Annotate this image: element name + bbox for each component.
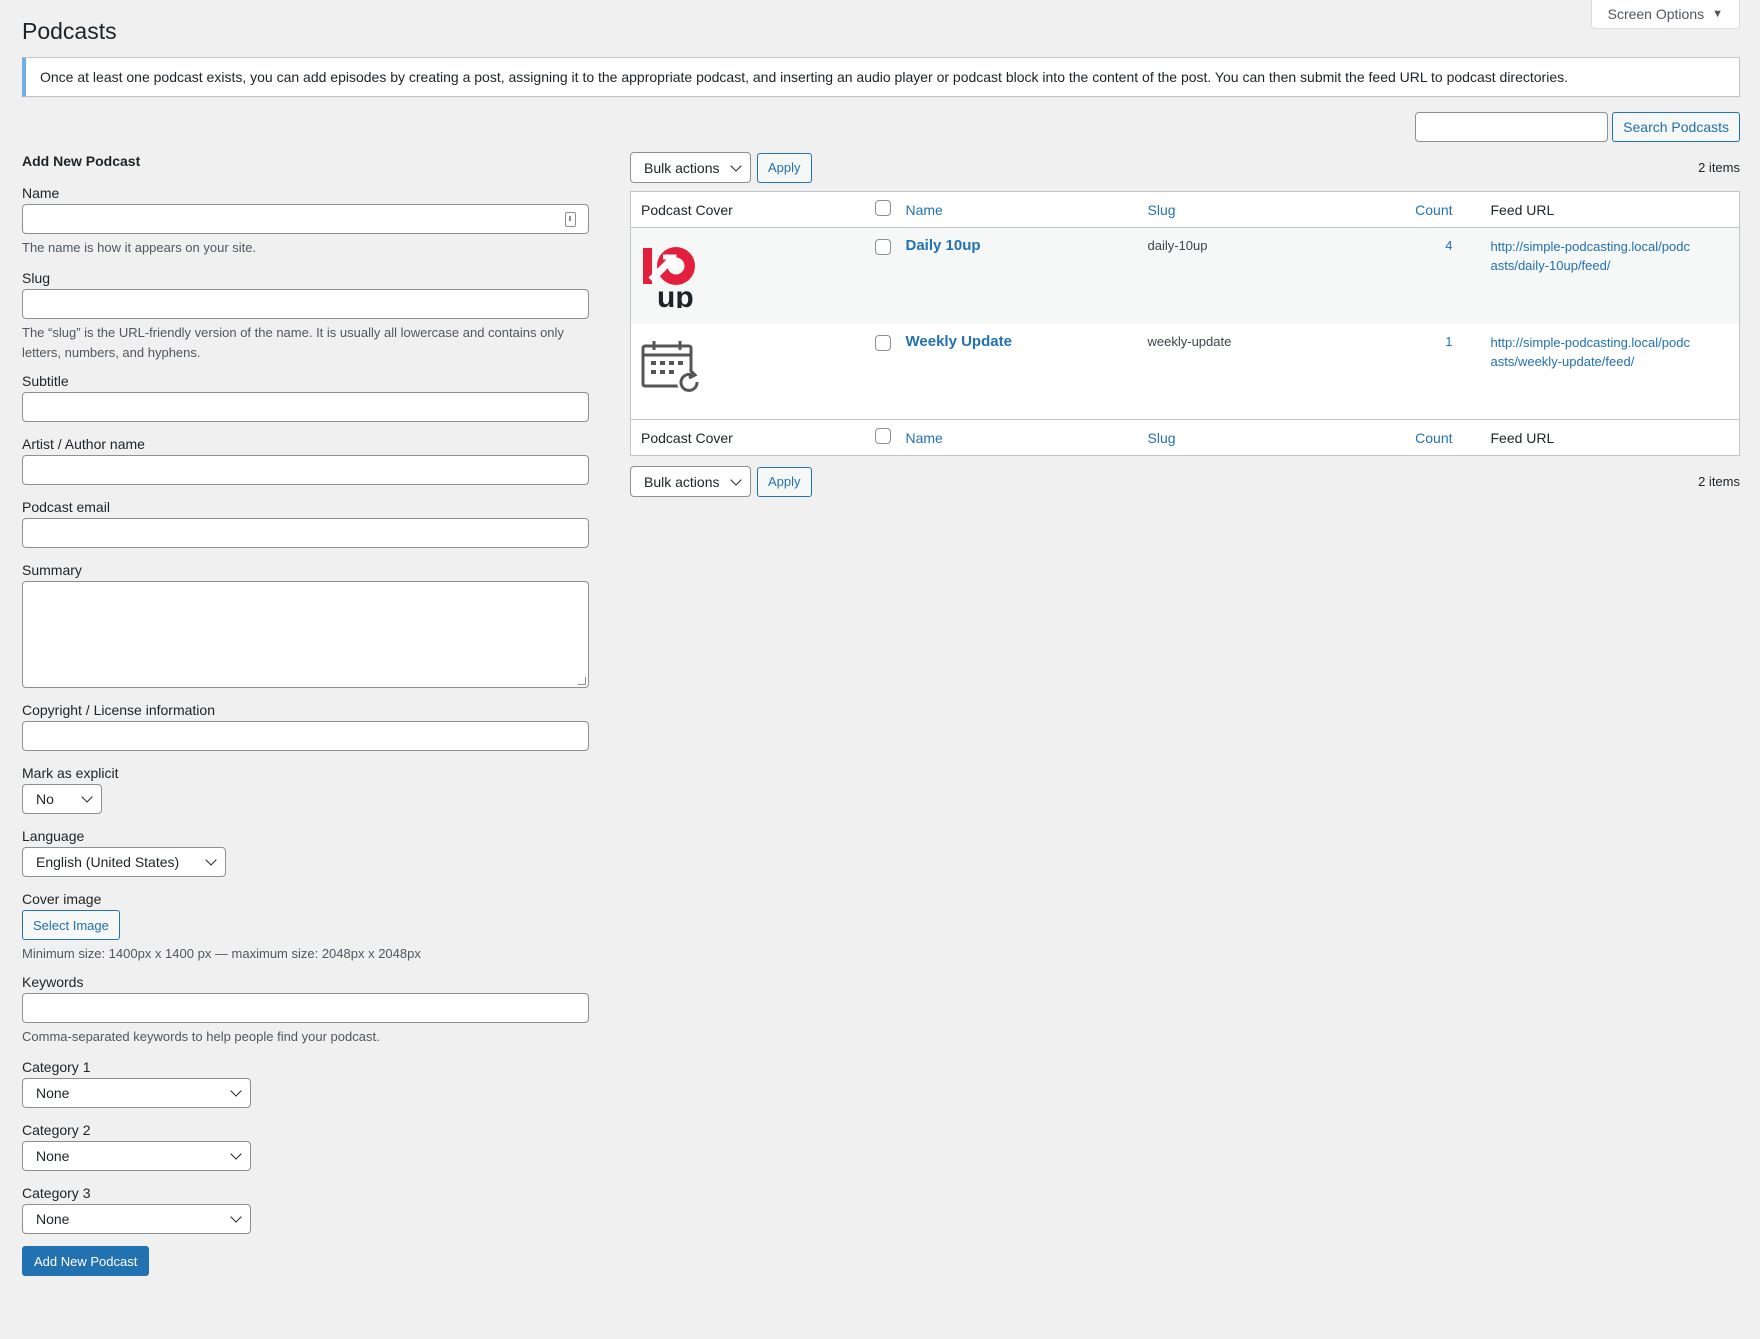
column-count-sort-footer[interactable]: Count: [1415, 430, 1452, 446]
chevron-down-icon: [730, 473, 742, 486]
table-header-row: Podcast Cover Name Slug Count Feed URL: [630, 192, 1740, 228]
feed-url-link[interactable]: http://simple-podcasting.local/podcasts/…: [1491, 237, 1691, 275]
column-feed-footer: Feed URL: [1490, 429, 1555, 446]
podcast-count-link[interactable]: 4: [1445, 238, 1452, 253]
column-feed-header: Feed URL: [1490, 201, 1555, 218]
notice-text: Once at least one podcast exists, you ca…: [40, 69, 1568, 85]
info-notice: Once at least one podcast exists, you ca…: [22, 57, 1740, 97]
resize-handle-icon[interactable]: [578, 677, 586, 685]
email-input[interactable]: [22, 518, 589, 548]
podcast-name-link[interactable]: Daily 10up: [906, 237, 981, 254]
search-podcasts-button[interactable]: Search Podcasts: [1612, 112, 1740, 142]
column-slug-sort-footer[interactable]: Slug: [1148, 430, 1176, 446]
name-label: Name: [22, 185, 60, 201]
cover-image-label: Cover image: [22, 891, 102, 907]
contact-card-icon: [565, 212, 576, 227]
slug-label: Slug: [22, 270, 51, 286]
table-row: up Daily 10up daily-10up 4 http://simple…: [630, 227, 1740, 324]
copyright-label: Copyright / License information: [22, 702, 215, 718]
language-value: English (United States): [36, 854, 180, 870]
language-select[interactable]: English (United States): [22, 847, 226, 877]
author-label: Artist / Author name: [22, 436, 145, 452]
select-image-button[interactable]: Select Image: [22, 910, 120, 940]
summary-label: Summary: [22, 562, 82, 578]
podcast-list: Bulk actions Apply 2 items Podcast Cover…: [630, 152, 1740, 497]
table-footer-row: Podcast Cover Name Slug Count Feed URL: [630, 419, 1740, 456]
bulk-actions-value: Bulk actions: [644, 159, 720, 176]
copyright-input[interactable]: [22, 721, 589, 751]
screen-options-toggle[interactable]: Screen Options ▼: [1590, 0, 1740, 29]
category-2-select[interactable]: None: [22, 1141, 251, 1171]
column-cover-footer: Podcast Cover: [641, 429, 733, 446]
column-name-sort[interactable]: Name: [906, 202, 943, 218]
category-3-label: Category 3: [22, 1185, 91, 1201]
chevron-down-icon: [230, 1211, 242, 1223]
podcast-slug: weekly-update: [1147, 333, 1232, 349]
explicit-select[interactable]: No: [22, 784, 102, 814]
feed-url-link[interactable]: http://simple-podcasting.local/podcasts/…: [1491, 333, 1691, 371]
screen-options-label: Screen Options: [1607, 6, 1705, 22]
podcast-count-link[interactable]: 1: [1445, 334, 1452, 349]
column-slug-sort[interactable]: Slug: [1148, 202, 1176, 218]
chevron-down-icon: [230, 1148, 242, 1160]
explicit-label: Mark as explicit: [22, 765, 119, 781]
chevron-down-icon: [81, 791, 93, 803]
items-count-bottom: 2 items: [1698, 474, 1740, 489]
podcast-slug: daily-10up: [1147, 238, 1208, 253]
name-input[interactable]: [22, 204, 589, 234]
slug-description: The “slug” is the URL-friendly version o…: [22, 325, 564, 360]
subtitle-input[interactable]: [22, 392, 589, 422]
podcasts-table: Podcast Cover Name Slug Count Feed URL u…: [630, 191, 1740, 456]
table-row: Weekly Update weekly-update 1 http://sim…: [631, 324, 1740, 420]
column-count-sort[interactable]: Count: [1415, 202, 1452, 218]
tablenav-top: Bulk actions Apply 2 items: [630, 152, 1740, 183]
category-3-select[interactable]: None: [22, 1204, 251, 1234]
svg-text:up: up: [657, 281, 694, 308]
10up-logo-icon: up: [643, 247, 695, 314]
search-input[interactable]: [1415, 112, 1609, 142]
author-input[interactable]: [22, 455, 589, 485]
email-label: Podcast email: [22, 499, 110, 515]
apply-button[interactable]: Apply: [757, 152, 812, 183]
category-1-value: None: [36, 1085, 70, 1101]
page-title: Podcasts: [22, 18, 117, 44]
category-2-label: Category 2: [22, 1122, 91, 1138]
bulk-actions-value: Bulk actions: [644, 473, 720, 490]
search-box: Search Podcasts: [1415, 112, 1740, 142]
row-checkbox[interactable]: [874, 239, 891, 255]
chevron-down-icon: [230, 1085, 242, 1097]
bulk-actions-select[interactable]: Bulk actions: [630, 152, 751, 183]
keywords-label: Keywords: [22, 974, 84, 990]
caret-down-icon: ▼: [1712, 8, 1723, 20]
column-cover-header: Podcast Cover: [641, 201, 733, 218]
bulk-actions-select-bottom[interactable]: Bulk actions: [630, 466, 751, 497]
explicit-value: No: [36, 791, 54, 807]
add-new-podcast-form: Add New Podcast Name The name is how it …: [22, 153, 590, 1276]
items-count: 2 items: [1698, 160, 1740, 175]
form-heading: Add New Podcast: [22, 153, 141, 169]
podcast-name-link[interactable]: Weekly Update: [906, 333, 1012, 350]
category-1-select[interactable]: None: [22, 1078, 251, 1108]
category-2-value: None: [36, 1148, 70, 1164]
tablenav-bottom: Bulk actions Apply 2 items: [630, 466, 1740, 497]
category-3-value: None: [36, 1211, 70, 1227]
select-all-checkbox[interactable]: [874, 200, 891, 216]
cover-image-description: Minimum size: 1400px x 1400 px — maximum…: [22, 946, 421, 961]
subtitle-label: Subtitle: [22, 373, 69, 389]
chevron-down-icon: [205, 854, 217, 866]
language-label: Language: [22, 828, 85, 844]
summary-textarea[interactable]: [22, 581, 589, 688]
keywords-description: Comma-separated keywords to help people …: [22, 1029, 380, 1044]
name-description: The name is how it appears on your site.: [22, 240, 257, 255]
add-new-podcast-button[interactable]: Add New Podcast: [22, 1246, 150, 1276]
category-1-label: Category 1: [22, 1059, 91, 1075]
chevron-down-icon: [730, 159, 742, 172]
row-checkbox[interactable]: [874, 334, 891, 351]
apply-button-bottom[interactable]: Apply: [757, 466, 812, 497]
keywords-input[interactable]: [22, 993, 589, 1023]
column-name-sort-footer[interactable]: Name: [906, 430, 943, 446]
select-all-checkbox-footer[interactable]: [874, 428, 891, 444]
calendar-refresh-icon: [641, 340, 701, 394]
slug-input[interactable]: [22, 289, 589, 319]
